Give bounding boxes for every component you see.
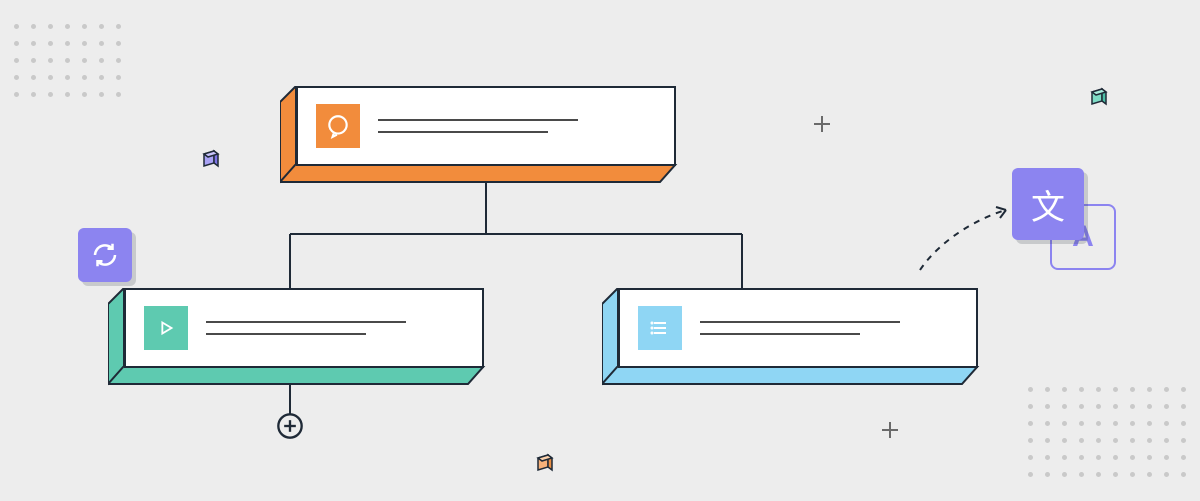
play-icon: [144, 306, 188, 350]
refresh-icon: [90, 240, 120, 270]
cube-icon: [1088, 86, 1108, 108]
connector-tree: [0, 0, 1200, 501]
node-left-lines: [206, 321, 464, 335]
translate-cjk-glyph: 文: [1031, 180, 1065, 229]
node-root-lines: [378, 119, 656, 133]
refresh-badge: [78, 228, 132, 282]
chat-icon: [316, 104, 360, 148]
list-icon: [638, 306, 682, 350]
add-circle-icon: [276, 412, 304, 440]
plus-mark-icon: [812, 114, 832, 134]
cube-icon: [200, 148, 220, 170]
node-right-lines: [700, 321, 958, 335]
cube-icon: [534, 452, 554, 474]
plus-mark-icon: [880, 420, 900, 440]
